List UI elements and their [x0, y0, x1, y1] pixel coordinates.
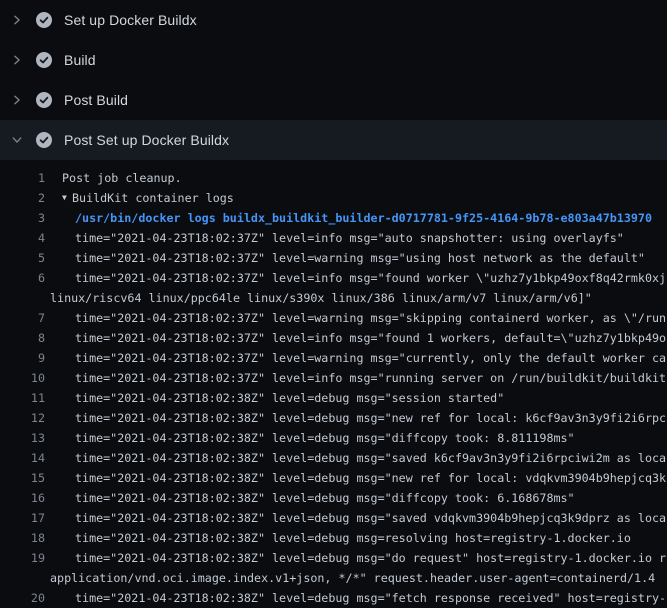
- check-circle-icon: [36, 12, 52, 28]
- log-line: 13 time="2021-04-23T18:02:38Z" level=deb…: [0, 428, 667, 448]
- log-line-number[interactable]: 16: [0, 488, 45, 508]
- check-circle-icon: [36, 92, 52, 108]
- step-row[interactable]: Build: [0, 40, 667, 80]
- log-line: 20 time="2021-04-23T18:02:38Z" level=deb…: [0, 588, 667, 608]
- log-line-text: time="2021-04-23T18:02:38Z" level=debug …: [45, 428, 575, 448]
- log-line-number[interactable]: 2: [0, 188, 45, 208]
- log-line-number[interactable]: 9: [0, 348, 45, 368]
- step-row[interactable]: Set up Docker Buildx: [0, 0, 667, 40]
- check-circle-icon: [36, 132, 52, 148]
- step-label: Build: [64, 52, 96, 68]
- log-line-text: time="2021-04-23T18:02:38Z" level=debug …: [45, 408, 666, 428]
- log-line: 15 time="2021-04-23T18:02:38Z" level=deb…: [0, 468, 667, 488]
- log-line-number[interactable]: 1: [0, 168, 45, 188]
- log-line-number[interactable]: 20: [0, 588, 45, 608]
- log-line-number[interactable]: 7: [0, 308, 45, 328]
- log-line: 10 time="2021-04-23T18:02:37Z" level=inf…: [0, 368, 667, 388]
- log-line-text: time="2021-04-23T18:02:37Z" level=warnin…: [45, 308, 666, 328]
- log-group-toggle-icon[interactable]: ▼: [62, 188, 72, 208]
- log-line: 11 time="2021-04-23T18:02:38Z" level=deb…: [0, 388, 667, 408]
- log-line-number[interactable]: 19: [0, 548, 45, 568]
- log-line: 6 time="2021-04-23T18:02:37Z" level=info…: [0, 268, 667, 288]
- log-line-number[interactable]: 17: [0, 508, 45, 528]
- log-line: 1 Post job cleanup.: [0, 168, 667, 188]
- log-line-number[interactable]: 4: [0, 228, 45, 248]
- log-line-text: BuildKit container logs: [72, 188, 234, 208]
- log-line-number[interactable]: 3: [0, 208, 45, 228]
- log-container[interactable]: 1 Post job cleanup. 2 ▼BuildKit containe…: [0, 160, 667, 608]
- log-line-number[interactable]: 12: [0, 408, 45, 428]
- log-line: 3 /usr/bin/docker logs buildx_buildkit_b…: [0, 208, 667, 228]
- step-row[interactable]: Post Set up Docker Buildx: [0, 120, 667, 160]
- log-line-number[interactable]: 6: [0, 268, 45, 288]
- log-line-text: time="2021-04-23T18:02:38Z" level=debug …: [45, 388, 504, 408]
- check-circle-icon: [36, 52, 52, 68]
- log-line-text: time="2021-04-23T18:02:37Z" level=info m…: [45, 328, 666, 348]
- log-line-text: time="2021-04-23T18:02:38Z" level=debug …: [45, 448, 666, 468]
- log-line-wrap: linux/riscv64 linux/ppc64le linux/s390x …: [0, 288, 667, 308]
- log-line-text: time="2021-04-23T18:02:37Z" level=info m…: [45, 268, 666, 288]
- chevron-right-icon: [12, 94, 22, 106]
- log-line-text: /usr/bin/docker logs buildx_buildkit_bui…: [45, 208, 652, 228]
- log-line-text: time="2021-04-23T18:02:37Z" level=info m…: [45, 228, 624, 248]
- steps-list: Set up Docker Buildx Build Post Build Po…: [0, 0, 667, 160]
- log-line-text: time="2021-04-23T18:02:38Z" level=debug …: [45, 588, 666, 608]
- log-line-number[interactable]: 11: [0, 388, 45, 408]
- log-line: 12 time="2021-04-23T18:02:38Z" level=deb…: [0, 408, 667, 428]
- log-line-text: time="2021-04-23T18:02:38Z" level=debug …: [45, 468, 666, 488]
- log-line-number[interactable]: 14: [0, 448, 45, 468]
- log-line: 7 time="2021-04-23T18:02:37Z" level=warn…: [0, 308, 667, 328]
- log-line-number[interactable]: 15: [0, 468, 45, 488]
- log-line-text: linux/riscv64 linux/ppc64le linux/s390x …: [0, 288, 592, 308]
- log-line: 18 time="2021-04-23T18:02:38Z" level=deb…: [0, 528, 667, 548]
- log-line-number[interactable]: 13: [0, 428, 45, 448]
- step-label: Post Set up Docker Buildx: [64, 132, 229, 148]
- chevron-right-icon: [12, 54, 22, 66]
- log-line-number[interactable]: 8: [0, 328, 45, 348]
- chevron-right-icon: [12, 14, 22, 26]
- log-line-wrap: application/vnd.oci.image.index.v1+json,…: [0, 568, 667, 588]
- log-line-text: time="2021-04-23T18:02:38Z" level=debug …: [45, 508, 666, 528]
- log-line: 16 time="2021-04-23T18:02:38Z" level=deb…: [0, 488, 667, 508]
- log-line-text: time="2021-04-23T18:02:37Z" level=warnin…: [45, 348, 666, 368]
- log-line-text: time="2021-04-23T18:02:38Z" level=debug …: [45, 528, 631, 548]
- log-line-text: time="2021-04-23T18:02:37Z" level=warnin…: [45, 248, 645, 268]
- log-line-text: time="2021-04-23T18:02:38Z" level=debug …: [45, 488, 575, 508]
- log-line-number[interactable]: 18: [0, 528, 45, 548]
- log-line: 8 time="2021-04-23T18:02:37Z" level=info…: [0, 328, 667, 348]
- log-line: 14 time="2021-04-23T18:02:38Z" level=deb…: [0, 448, 667, 468]
- log-line-text: application/vnd.oci.image.index.v1+json,…: [0, 568, 655, 588]
- step-label: Set up Docker Buildx: [64, 12, 197, 28]
- log-line-text: Post job cleanup.: [45, 168, 182, 188]
- step-row[interactable]: Post Build: [0, 80, 667, 120]
- log-line-text: time="2021-04-23T18:02:38Z" level=debug …: [45, 548, 666, 568]
- log-line: 17 time="2021-04-23T18:02:38Z" level=deb…: [0, 508, 667, 528]
- log-line-number[interactable]: 10: [0, 368, 45, 388]
- log-line: 2 ▼BuildKit container logs: [0, 188, 667, 208]
- log-line-text: time="2021-04-23T18:02:37Z" level=info m…: [45, 368, 666, 388]
- log-line-number[interactable]: 5: [0, 248, 45, 268]
- log-line: 5 time="2021-04-23T18:02:37Z" level=warn…: [0, 248, 667, 268]
- step-label: Post Build: [64, 92, 128, 108]
- log-line: 9 time="2021-04-23T18:02:37Z" level=warn…: [0, 348, 667, 368]
- log-line: 19 time="2021-04-23T18:02:38Z" level=deb…: [0, 548, 667, 568]
- chevron-down-icon: [12, 134, 22, 146]
- log-line: 4 time="2021-04-23T18:02:37Z" level=info…: [0, 228, 667, 248]
